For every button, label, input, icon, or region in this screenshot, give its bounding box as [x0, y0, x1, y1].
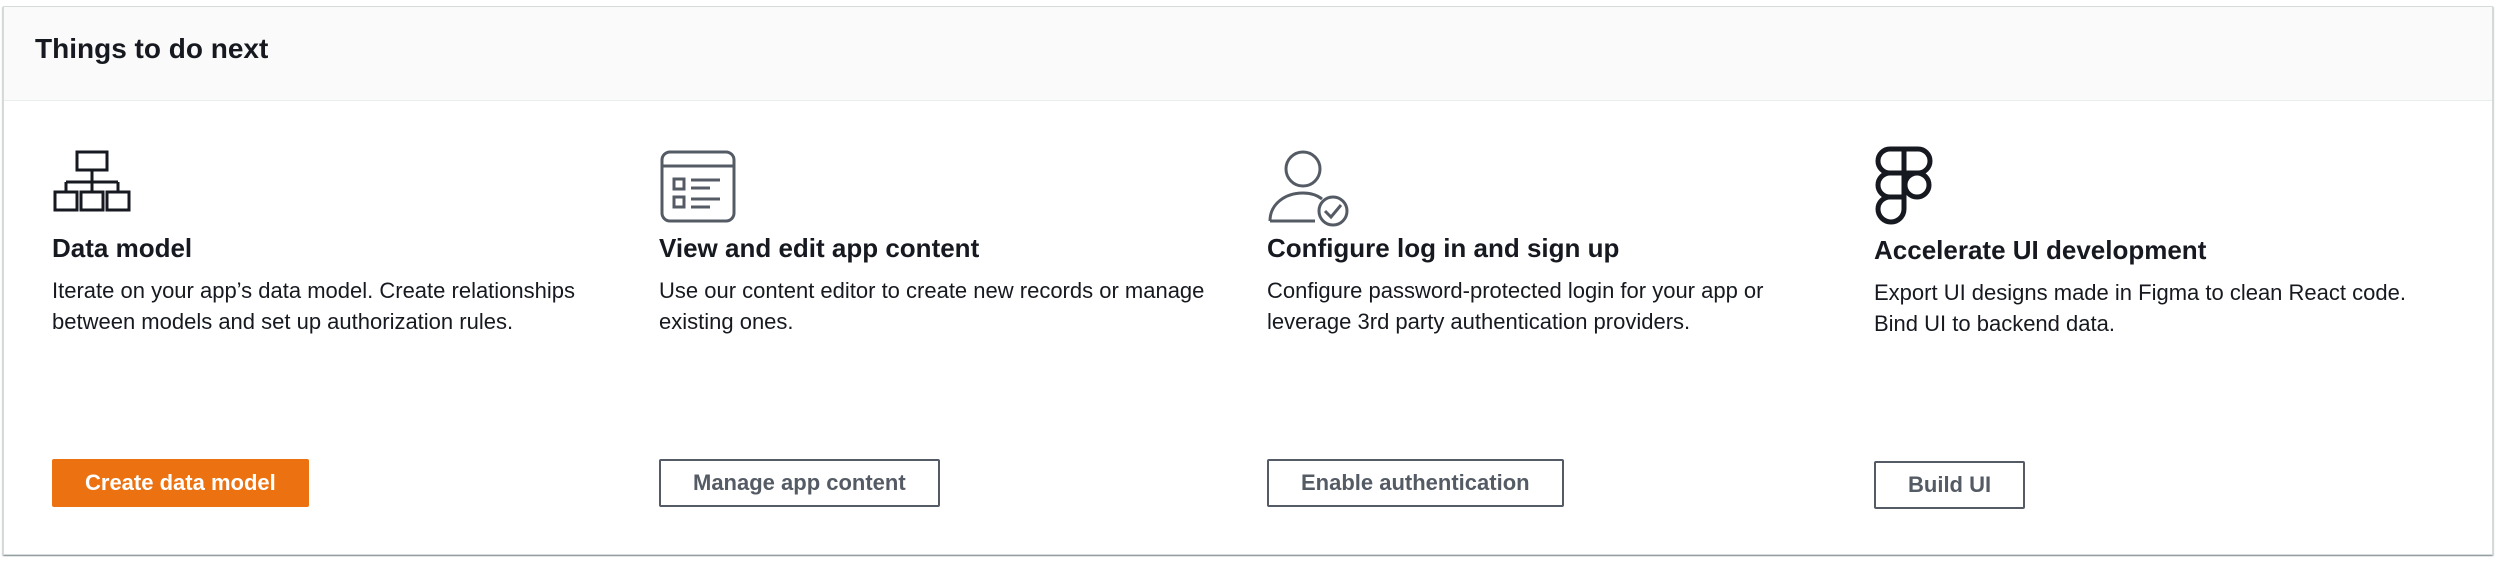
hierarchy-icon	[52, 149, 132, 229]
card-title: Data model	[52, 233, 193, 263]
card-view-edit-content: View and edit app content Use our conten…	[659, 101, 1239, 555]
manage-app-content-button[interactable]: Manage app content	[659, 459, 940, 507]
cards-container: Data model Iterate on your app’s data mo…	[4, 101, 2492, 554]
things-to-do-next-panel: Things to do next Data model Iterate on	[3, 6, 2493, 555]
panel-title: Things to do next	[35, 32, 269, 64]
card-accelerate-ui: Accelerate UI development Export UI desi…	[1874, 101, 2454, 555]
card-title: Accelerate UI development	[1874, 235, 2207, 265]
card-title: Configure log in and sign up	[1267, 233, 1620, 263]
panel-header: Things to do next	[4, 7, 2492, 101]
card-configure-auth: Configure log in and sign up Configure p…	[1267, 101, 1847, 555]
build-ui-button[interactable]: Build UI	[1874, 461, 2026, 509]
enable-authentication-button[interactable]: Enable authentication	[1267, 459, 1564, 507]
card-data-model: Data model Iterate on your app’s data mo…	[52, 101, 632, 555]
figma-logo-icon	[1874, 145, 1954, 225]
create-data-model-button[interactable]: Create data model	[52, 459, 309, 507]
card-title: View and edit app content	[659, 233, 980, 263]
card-description: Export UI designs made in Figma to clean…	[1874, 280, 2406, 336]
card-description: Use our content editor to create new rec…	[659, 278, 1205, 334]
content-list-icon	[659, 149, 739, 229]
card-description: Iterate on your app’s data model. Create…	[52, 278, 576, 334]
card-description: Configure password-protected login for y…	[1267, 278, 1764, 334]
user-check-icon	[1267, 149, 1349, 229]
